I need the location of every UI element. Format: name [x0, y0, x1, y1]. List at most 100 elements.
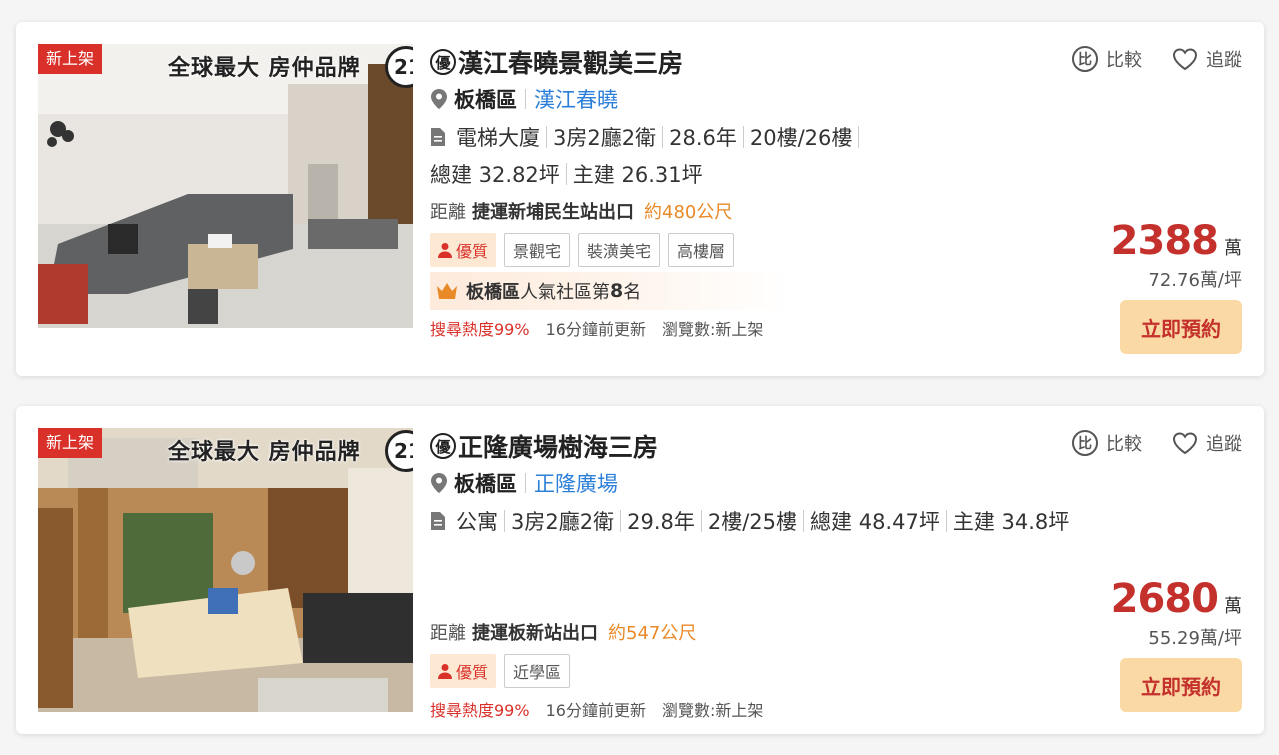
listing-photo[interactable]: 全球最大 房仲品牌 21 新上架	[38, 44, 413, 328]
building-type: 公寓	[456, 509, 498, 534]
layout: 3房2廳2衛	[553, 125, 657, 150]
listing-title[interactable]: 正隆廣場樹海三房	[458, 428, 658, 464]
price-block: 2680 萬 55.29萬/坪	[1111, 576, 1242, 650]
person-icon	[438, 243, 452, 258]
compare-icon: 比	[1072, 46, 1098, 72]
divider	[945, 509, 947, 532]
location-row: 板橋區 漢江春曉	[430, 80, 1070, 118]
tag-label: 優質	[456, 663, 489, 682]
distance-target: 捷運新埔民生站出口	[472, 202, 634, 223]
new-listing-tag: 新上架	[38, 428, 103, 458]
distance-label: 距離	[430, 623, 466, 644]
main-area: 主建 26.31坪	[572, 162, 703, 187]
divider	[620, 509, 622, 532]
listing-card[interactable]: 全球最大 房仲品牌 21 新上架 優 漢江春曉景觀美三房 板橋區 漢江春曉 電梯…	[16, 22, 1264, 376]
card-actions: 比 比較 追蹤	[1072, 430, 1242, 456]
floor: 20樓/26樓	[749, 125, 853, 150]
floor: 2樓/25樓	[707, 509, 798, 534]
meta-row: 搜尋熱度99% 16分鐘前更新 瀏覽數:新上架	[430, 691, 1070, 727]
listing-photo[interactable]: 全球最大 房仲品牌 21 新上架	[38, 428, 413, 712]
total-area: 總建 32.82坪	[430, 162, 560, 187]
quality-mark-icon: 優	[430, 433, 456, 459]
divider	[742, 125, 744, 148]
living-room-photo	[38, 44, 413, 328]
search-heat: 搜尋熱度99%	[430, 701, 530, 720]
price-unit: 萬	[1224, 238, 1242, 259]
distance-row: 距離 捷運新埔民生站出口 約480公尺	[430, 192, 1070, 230]
listing-card[interactable]: 全球最大 房仲品牌 21 新上架 優 正隆廣場樹海三房 板橋區 正隆廣場 公寓 …	[16, 406, 1264, 734]
tag-renovated: 裝潢美宅	[578, 233, 661, 267]
updated-time: 16分鐘前更新	[545, 701, 646, 720]
tag-quality: 優質	[430, 233, 497, 267]
distance-row: 距離 捷運板新站出口 約547公尺	[430, 613, 1070, 651]
location-pin-icon	[431, 89, 447, 109]
building-age: 28.6年	[669, 125, 737, 150]
building-type: 電梯大廈	[456, 125, 540, 150]
search-heat: 搜尋熱度99%	[430, 320, 530, 339]
follow-button[interactable]: 追蹤	[1172, 430, 1242, 456]
spec-row: 公寓 3房2廳2衛 29.8年 2樓/25樓 總建 48.47坪 主建 34.8…	[430, 502, 1070, 539]
compare-button[interactable]: 比 比較	[1072, 46, 1142, 72]
compare-button[interactable]: 比 比較	[1072, 430, 1142, 456]
building-age: 29.8年	[627, 509, 695, 534]
divider	[525, 473, 526, 493]
follow-button[interactable]: 追蹤	[1172, 46, 1242, 72]
document-icon	[431, 511, 445, 530]
district-label: 板橋區	[454, 472, 517, 496]
rank-suffix: 名	[623, 282, 642, 303]
divider	[700, 509, 702, 532]
view-count: 瀏覽數:新上架	[661, 701, 764, 720]
living-room-photo	[38, 428, 413, 712]
divider	[504, 509, 505, 532]
divider	[565, 162, 567, 185]
distance-target: 捷運板新站出口	[472, 623, 598, 644]
spec-row: 電梯大廈 3房2廳2衛 28.6年 20樓/26樓	[430, 118, 1070, 155]
rank-text: 人氣社區第	[520, 282, 610, 303]
compare-icon: 比	[1072, 430, 1098, 456]
layout: 3房2廳2衛	[511, 509, 615, 534]
quality-mark-icon: 優	[430, 49, 456, 75]
community-link[interactable]: 漢江春曉	[534, 84, 618, 114]
price-block: 2388 萬 72.76萬/坪	[1111, 218, 1242, 292]
tag-near-school: 近學區	[504, 654, 571, 688]
compare-label: 比較	[1106, 434, 1142, 455]
tag-row: 優質 景觀宅 裝潢美宅 高樓層	[430, 230, 1070, 270]
follow-label: 追蹤	[1206, 434, 1242, 455]
area-row: 總建 32.82坪 主建 26.31坪	[430, 155, 1070, 192]
tag-view-house: 景觀宅	[504, 233, 571, 267]
distance-label: 距離	[430, 202, 466, 223]
rank-number: 8	[610, 280, 624, 302]
unit-price: 72.76萬/坪	[1148, 270, 1242, 291]
unit-price: 55.29萬/坪	[1148, 628, 1242, 649]
book-appointment-button[interactable]: 立即預約	[1120, 300, 1242, 354]
location-pin-icon	[431, 473, 447, 493]
community-link[interactable]: 正隆廣場	[534, 468, 618, 498]
card-actions: 比 比較 追蹤	[1072, 46, 1242, 72]
tag-label: 優質	[456, 242, 489, 261]
crown-icon	[437, 283, 457, 299]
follow-label: 追蹤	[1206, 50, 1242, 71]
divider	[525, 89, 526, 109]
title-row: 優 漢江春曉景觀美三房	[430, 44, 1070, 80]
listing-info: 優 正隆廣場樹海三房 板橋區 正隆廣場 公寓 3房2廳2衛 29.8年 2樓/2…	[430, 428, 1070, 727]
listing-title[interactable]: 漢江春曉景觀美三房	[458, 44, 683, 80]
distance-value: 約547公尺	[608, 623, 697, 644]
listing-info: 優 漢江春曉景觀美三房 板橋區 漢江春曉 電梯大廈 3房2廳2衛 28.6年 2…	[430, 44, 1070, 346]
book-appointment-button[interactable]: 立即預約	[1120, 658, 1242, 712]
new-listing-tag: 新上架	[38, 44, 103, 74]
heart-icon	[1172, 48, 1198, 71]
divider	[858, 125, 860, 148]
brand-banner-text: 全球最大 房仲品牌	[168, 56, 361, 81]
document-icon	[431, 127, 445, 146]
distance-value: 約480公尺	[644, 202, 733, 223]
brand-banner-text: 全球最大 房仲品牌	[168, 440, 361, 465]
rank-district: 板橋區	[466, 282, 520, 303]
popularity-rank: 板橋區 人氣社區第 8 名	[430, 272, 790, 310]
compare-label: 比較	[1106, 50, 1142, 71]
title-row: 優 正隆廣場樹海三房	[430, 428, 1070, 464]
total-price: 2388	[1110, 218, 1219, 264]
heart-icon	[1172, 432, 1198, 455]
price-unit: 萬	[1224, 596, 1242, 617]
meta-row: 搜尋熱度99% 16分鐘前更新 瀏覽數:新上架	[430, 310, 1070, 346]
